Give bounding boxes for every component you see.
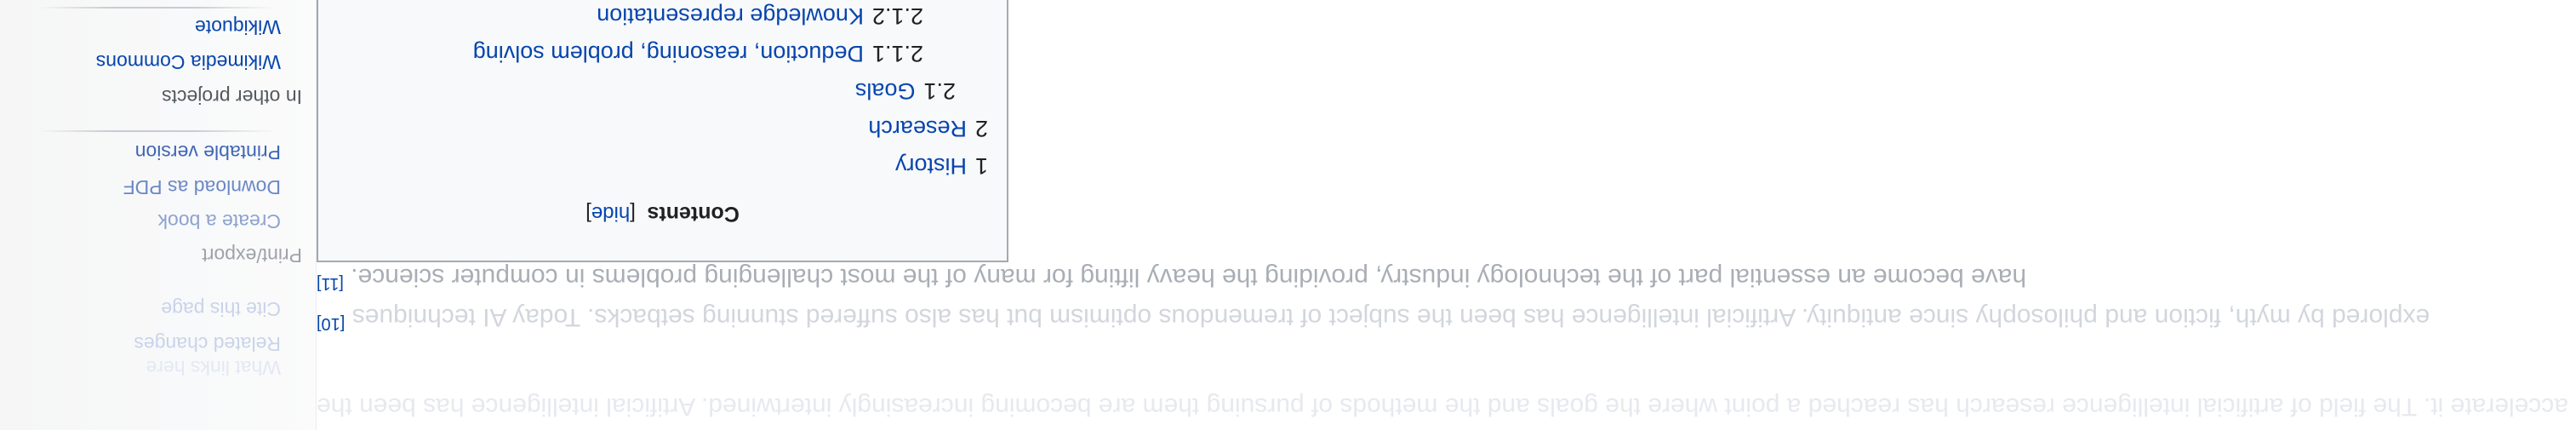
article-line-3-text: have become an essential part of the tec…: [351, 263, 2027, 291]
citation-10[interactable]: [10]: [317, 314, 345, 333]
sidebar-item-cite-this-page[interactable]: Cite this page: [0, 297, 281, 320]
sidebar-heading-other-projects: In other projects: [0, 85, 302, 108]
article-line-2-text: explored by myth, fiction and philosophy…: [351, 303, 2430, 331]
sidebar-item-wikiquote[interactable]: Wikiquote: [0, 15, 281, 38]
toc-item-deduction[interactable]: 2.1.1 Deduction, reasoning, problem solvi…: [473, 40, 923, 66]
toc-item-number: 2: [974, 116, 988, 141]
citation-11[interactable]: [11]: [317, 274, 344, 293]
toc-item-number: 2.1.1: [871, 41, 923, 66]
toc-item-knowledge-representation[interactable]: 2.1.2 Knowledge representation: [597, 3, 923, 29]
sidebar-item-create-a-book[interactable]: Create a book: [0, 209, 281, 232]
browser-viewport: to accelerate it. The field of artificia…: [0, 0, 2576, 430]
article-line-1-text: to accelerate it. The field of artificia…: [317, 393, 2576, 421]
article-line-3: have become an essential part of the tec…: [317, 260, 2026, 301]
toc-item-label: History: [894, 153, 967, 179]
sidebar-item-what-links-here[interactable]: What links here: [0, 356, 281, 379]
toc-hide-toggle[interactable]: [hide]: [585, 202, 641, 225]
sidebar-item-download-as-pdf[interactable]: Download as PDF: [0, 175, 281, 198]
toc-item-history[interactable]: 1 History: [895, 152, 988, 179]
sidebar-item-label: What links here: [146, 357, 281, 379]
sidebar-heading-print-export: Print/export: [0, 244, 302, 267]
sidebar: What links here Related changes Cite thi…: [0, 0, 317, 430]
table-of-contents: Contents [hide] 1 History 2 Research 2.1 Go…: [317, 0, 1008, 262]
sidebar-separator: [38, 7, 277, 9]
toc-item-number: 1: [974, 153, 988, 179]
sidebar-heading-label: Print/export: [202, 244, 302, 267]
toc-item-label: Deduction, reasoning, problem solving: [472, 41, 864, 66]
article-line-1: to accelerate it. The field of artificia…: [317, 389, 2576, 423]
toc-header: Contents [hide]: [318, 201, 1007, 226]
toc-item-label: Goals: [854, 78, 916, 104]
article-line-2: explored by myth, fiction and philosophy…: [317, 300, 2430, 341]
toc-item-goals[interactable]: 2.1 Goals: [855, 77, 956, 104]
toc-title: Contents: [647, 202, 740, 226]
sidebar-heading-label: In other projects: [162, 86, 302, 108]
toc-item-number: 2.1: [923, 78, 956, 104]
sidebar-separator: [38, 130, 277, 132]
toc-item-label: Research: [868, 116, 967, 141]
sidebar-item-printable-version[interactable]: Printable version: [0, 140, 281, 163]
sidebar-item-related-changes[interactable]: Related changes: [0, 332, 281, 355]
sidebar-item-wikimedia-commons[interactable]: Wikimedia Commons: [0, 50, 281, 73]
sidebar-item-label: Wikiquote: [195, 16, 281, 38]
toc-hide-link[interactable]: hide: [591, 202, 630, 225]
sidebar-item-label: Cite this page: [161, 298, 281, 320]
toc-item-research[interactable]: 2 Research: [868, 115, 988, 141]
sidebar-item-label: Printable version: [134, 141, 281, 163]
article-content: to accelerate it. The field of artificia…: [317, 0, 2576, 430]
sidebar-item-label: Create a book: [157, 210, 281, 232]
sidebar-item-label: Related changes: [134, 333, 281, 355]
toc-item-label: Knowledge representation: [597, 3, 864, 29]
flipped-page: to accelerate it. The field of artificia…: [0, 0, 2576, 430]
sidebar-item-label: Wikimedia Commons: [95, 51, 281, 73]
sidebar-item-label: Download as PDF: [123, 176, 281, 198]
toc-item-number: 2.1.2: [871, 3, 923, 29]
